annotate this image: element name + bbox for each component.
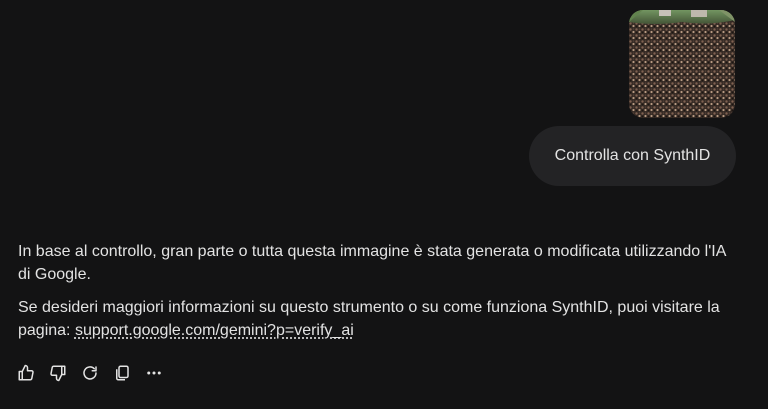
more-options-button[interactable] xyxy=(142,361,166,385)
more-options-icon xyxy=(147,371,161,375)
thumb-up-button[interactable] xyxy=(14,361,38,385)
chat-page: Controlla con SynthID In base al control… xyxy=(0,0,768,409)
thumb-down-button[interactable] xyxy=(46,361,70,385)
verify-ai-link[interactable]: support.google.com/gemini?p=verify_ai xyxy=(75,322,354,339)
response-actions xyxy=(14,361,166,385)
response-paragraph: In base al controllo, gran parte o tutta… xyxy=(18,243,726,283)
regenerate-button[interactable] xyxy=(78,361,102,385)
user-prompt-bubble: Controlla con SynthID xyxy=(529,126,736,186)
uploaded-image[interactable] xyxy=(629,10,735,118)
regenerate-icon xyxy=(83,366,97,380)
copy-icon xyxy=(116,365,129,381)
thumb-up-icon xyxy=(18,364,34,381)
crowd-photo xyxy=(629,10,735,118)
response-paragraph: Se desideri maggiori informazioni su que… xyxy=(18,296,738,342)
copy-button[interactable] xyxy=(110,361,134,385)
assistant-response: In base al controllo, gran parte o tutta… xyxy=(18,240,738,352)
thumb-down-icon xyxy=(50,365,66,382)
